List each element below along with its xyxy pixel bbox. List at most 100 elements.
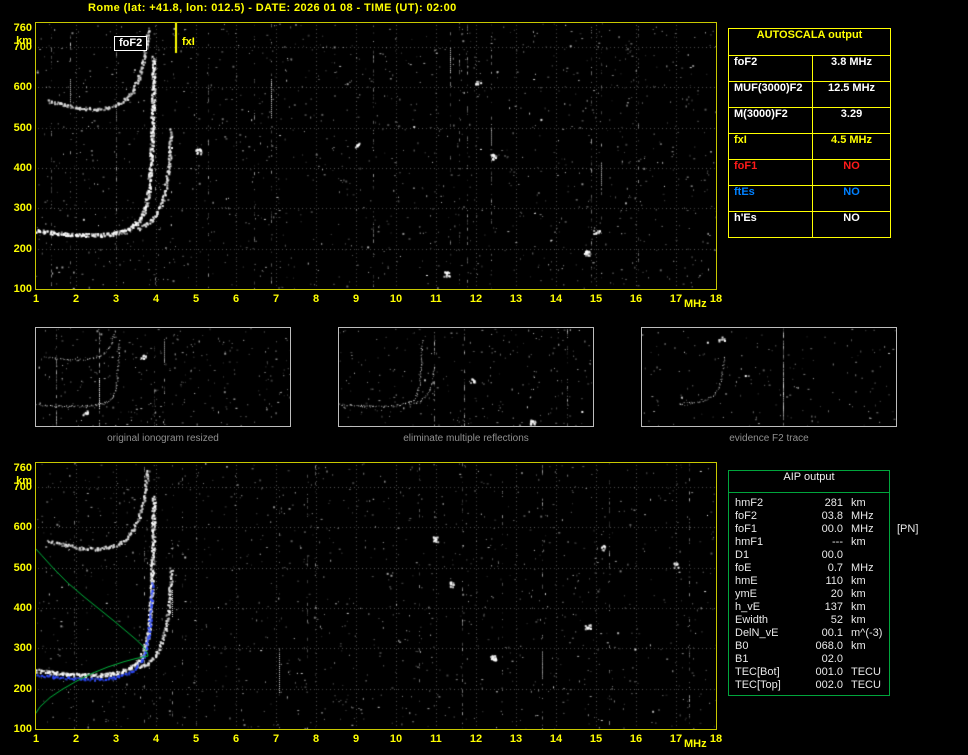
x-tick-label: 4 [152, 293, 160, 305]
x-tick-label: 17 [669, 293, 683, 305]
aip-row-unit: m^(-3) [851, 627, 883, 639]
x-tick-label: 4 [152, 733, 160, 745]
x-tick-label: 5 [192, 293, 200, 305]
x-tick-label: 9 [352, 733, 360, 745]
x-tick-label: 7 [272, 733, 280, 745]
y-tick-label: 300 [13, 202, 32, 215]
aip-row-label: TEC[Bot] [735, 666, 780, 678]
aip-row-unit: km [851, 536, 866, 548]
x-axis-unit: MHz [684, 738, 707, 750]
aip-row: TEC[Top] 002.0 TECU [729, 679, 889, 692]
aip-row: foF2 03.8 MHz [729, 510, 889, 523]
y-tick-label: 400 [13, 602, 32, 615]
autoscala-output-panel: AUTOSCALA output foF2 3.8 MHz MUF(3000)F2 1… [728, 28, 891, 238]
autoscala-row: foF2 3.8 MHz [729, 55, 890, 81]
y-tick-label: 200 [13, 682, 32, 695]
x-tick-label: 3 [112, 733, 120, 745]
fxI-annotation: fxI [182, 36, 195, 48]
thumbnail-evidence-f2 [641, 327, 897, 427]
autoscala-row-label: foF2 [729, 56, 813, 81]
autoscala-row-label: h'Es [729, 212, 813, 237]
foF2-annotation: foF2 [114, 36, 148, 51]
aip-row: hmF1 --- km [729, 536, 889, 549]
x-tick-label: 16 [629, 733, 643, 745]
autoscala-panel-title: AUTOSCALA output [756, 29, 863, 41]
x-tick-label: 6 [232, 293, 240, 305]
aip-row-unit: km [851, 640, 866, 652]
y-tick-label: 700 [13, 481, 32, 494]
x-axis-unit: MHz [684, 298, 707, 310]
aip-row-unit: TECU [851, 666, 881, 678]
aip-panel-title: AIP output [729, 471, 889, 493]
autoscala-row-label: foF1 [729, 160, 813, 185]
aip-row-label: foF2 [735, 510, 758, 522]
ionogram-plot-top: foF2 fxI [35, 22, 717, 290]
autoscala-row: fxI 4.5 MHz [729, 133, 890, 159]
y-tick-label: 100 [13, 723, 32, 735]
aip-row-unit: km [851, 575, 866, 587]
aip-row-value: 00.1 [821, 627, 843, 639]
autoscala-row-label: ftEs [729, 186, 813, 211]
aip-row: hmF2 281 km [729, 497, 889, 510]
autoscala-row: h'Es NO [729, 211, 890, 237]
aip-row: DelN_vE 00.1 m^(-3) [729, 627, 889, 640]
x-tick-label: 1 [32, 733, 40, 745]
y-tick-label: 300 [13, 642, 32, 655]
autoscala-row-label: M(3000)F2 [729, 108, 813, 133]
aip-row-unit: km [851, 588, 866, 600]
aip-row-unit: MHz [851, 523, 874, 535]
aip-row: B0 068.0 km [729, 640, 889, 653]
aip-row: hmE 110 km [729, 575, 889, 588]
x-tick-label: 15 [589, 293, 603, 305]
aip-row-value: 0.7 [827, 562, 843, 574]
autoscala-row: ftEs NO [729, 185, 890, 211]
aip-row-unit: km [851, 614, 866, 626]
autoscala-row-value: NO [843, 212, 860, 224]
aip-row-label: B0 [735, 640, 749, 652]
aip-row-unit: MHz [851, 510, 874, 522]
x-tick-label: 13 [509, 293, 523, 305]
aip-row-value: 001.0 [815, 666, 843, 678]
aip-row: B1 02.0 [729, 653, 889, 666]
autoscala-row-value: NO [843, 186, 860, 198]
aip-row: foF1 00.0 MHz [PN] [729, 523, 918, 536]
aip-row-value: 110 [825, 575, 843, 587]
x-tick-label: 6 [232, 733, 240, 745]
aip-row-unit: km [851, 601, 866, 613]
x-tick-label: 12 [469, 293, 483, 305]
y-axis-unit: km [16, 475, 32, 487]
aip-row-label: hmF1 [735, 536, 764, 548]
aip-row-value: 137 [824, 601, 843, 613]
aip-row-value: 00.0 [821, 549, 843, 561]
aip-row-unit: km [851, 497, 866, 509]
aip-row-label: hmE [735, 575, 758, 587]
x-tick-label: 1 [32, 293, 40, 305]
x-tick-label: 14 [549, 293, 563, 305]
aip-row-unit: MHz [851, 562, 874, 574]
aip-row: TEC[Bot] 001.0 TECU [729, 666, 889, 679]
x-tick-label: 11 [430, 293, 442, 305]
y-tick-label: 100 [13, 283, 32, 295]
x-tick-label: 10 [389, 733, 403, 745]
y-tick-label: 600 [13, 521, 32, 534]
x-tick-label: 14 [549, 733, 563, 745]
aip-row-label: foE [735, 562, 752, 574]
aip-row-label: hmF2 [735, 497, 764, 509]
autoscala-row-label: fxI [729, 134, 813, 159]
x-tick-label: 2 [72, 733, 80, 745]
aip-row-label: ymE [735, 588, 757, 600]
y-tick-label: 500 [13, 121, 32, 134]
y-tick-label: 200 [13, 242, 32, 255]
y-axis-unit: km [16, 35, 32, 47]
x-tick-label: 3 [112, 293, 120, 305]
aip-row-label: DelN_vE [735, 627, 779, 639]
thumbnail-caption-evidence: evidence F2 trace [729, 433, 809, 444]
y-tick-label: 760 [13, 22, 32, 34]
y-tick-label: 760 [13, 462, 32, 474]
aip-output-panel: AIP output hmF2 281 km foF2 03.8 MHz foF1 00.0 M… [728, 470, 918, 696]
aip-row-label: foF1 [735, 523, 758, 535]
station-title: Rome (lat: +41.8, lon: 012.5) - DATE: 20… [88, 2, 457, 14]
x-tick-label: 8 [312, 733, 320, 745]
thumbnail-evidence-canvas [642, 328, 896, 426]
thumbnail-eliminate-canvas [339, 328, 593, 426]
